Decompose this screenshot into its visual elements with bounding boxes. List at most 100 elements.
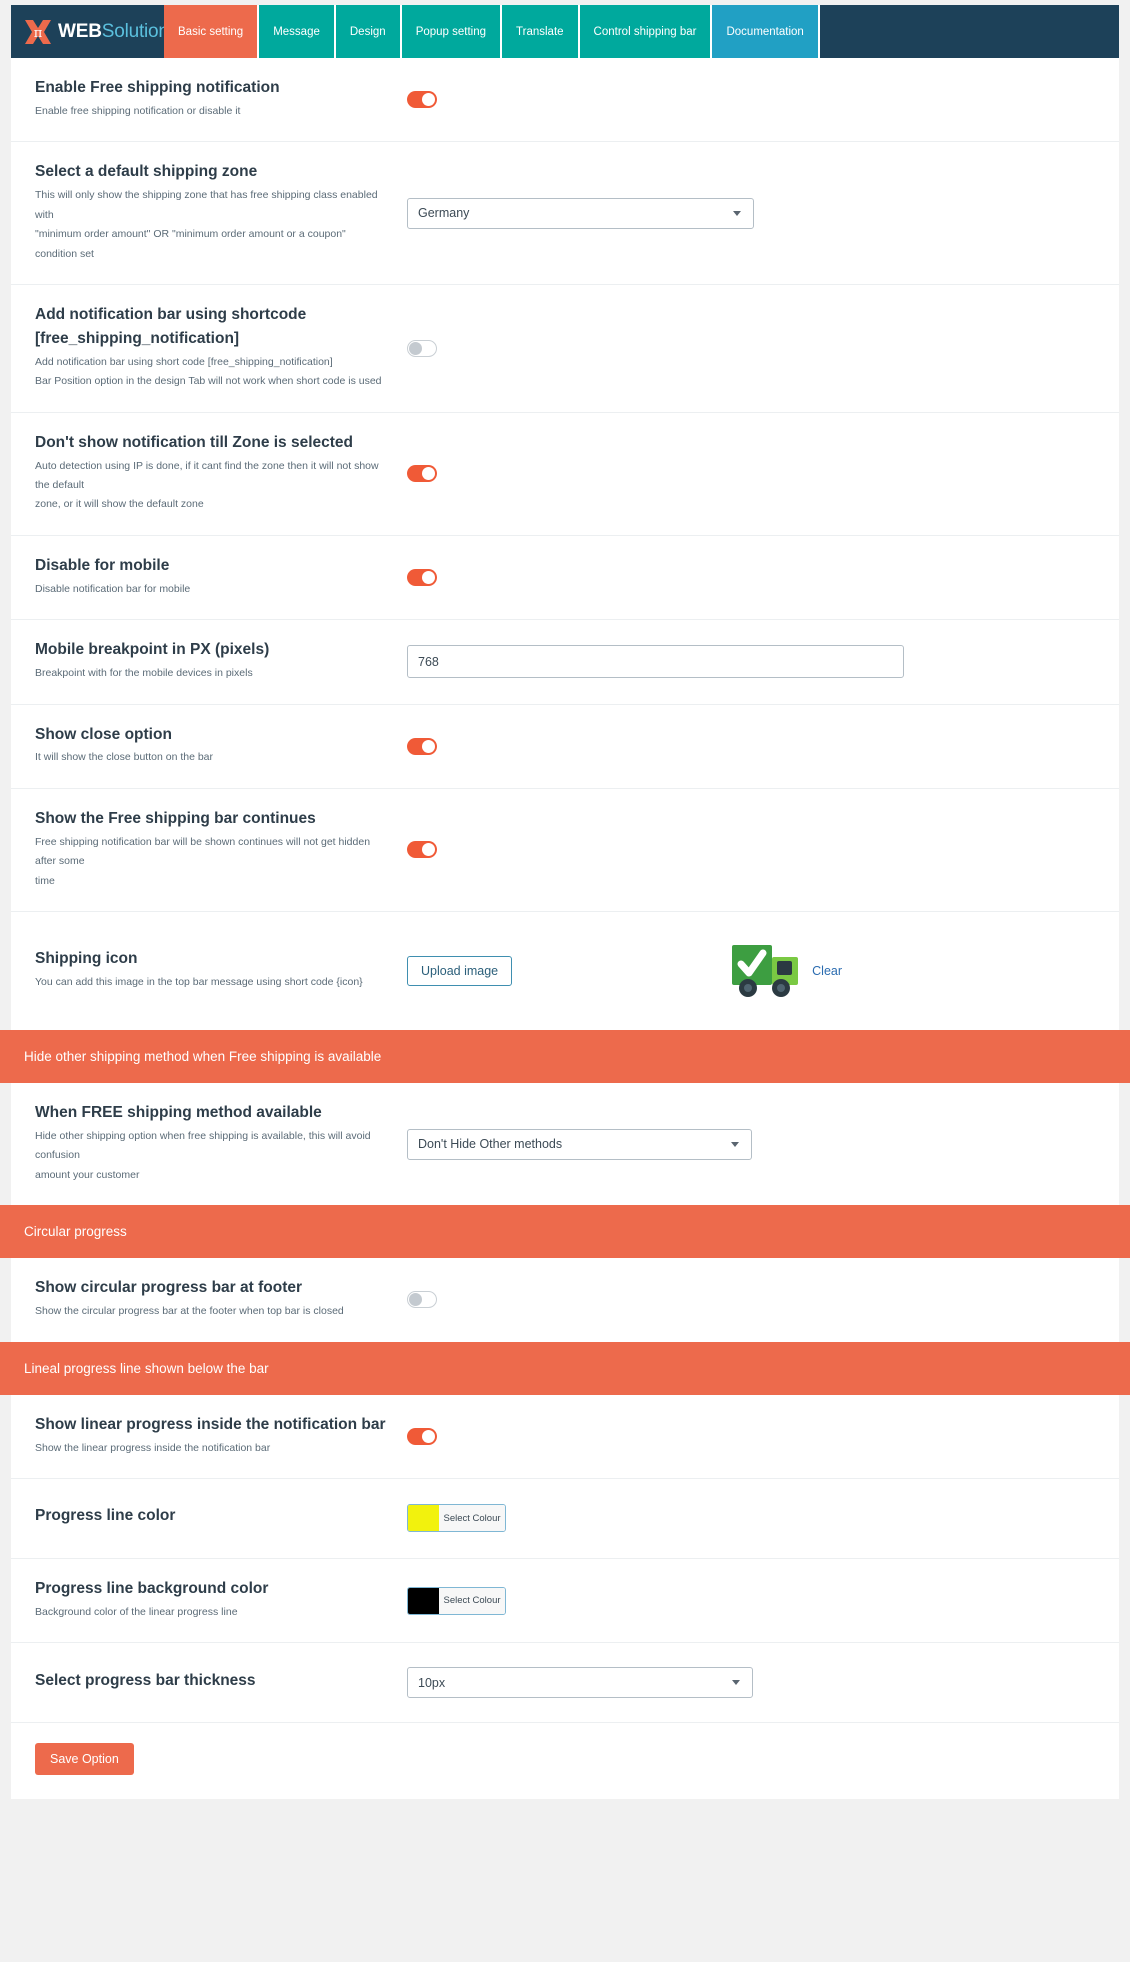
row-free-method-available: When FREE shipping method available Hide…: [11, 1083, 1119, 1205]
tab-basic-setting[interactable]: Basic setting: [164, 5, 260, 58]
row-bar-thickness-label: Select progress bar thickness: [35, 1671, 407, 1695]
section-header-lineal-progress: Lineal progress line shown below the bar: [0, 1341, 1130, 1395]
row-shortcode-label: Add notification bar using shortcode [fr…: [35, 305, 407, 392]
select-progress-bar-thickness[interactable]: 10px: [407, 1667, 753, 1699]
row-disable-mobile-label: Disable for mobile Disable notification …: [35, 556, 407, 599]
color-picker-progress-line[interactable]: Select Colour: [407, 1504, 506, 1533]
row-title: Select progress bar thickness: [35, 1671, 256, 1689]
row-title: Enable Free shipping notification: [35, 79, 280, 96]
toggle-bar-continues[interactable]: [407, 841, 437, 859]
row-description-line2: amount your customer: [35, 1168, 140, 1181]
row-zone-selected-control: [407, 465, 1095, 483]
row-title: Show the Free shipping bar continues: [35, 809, 316, 827]
panel-circular-progress: Show circular progress bar at footer Sho…: [11, 1258, 1119, 1342]
row-progress-line-color: Progress line color Select Colour: [11, 1479, 1119, 1559]
toggle-enable-notification[interactable]: [407, 91, 437, 109]
toggle-circular-progress-footer[interactable]: [407, 1291, 437, 1309]
row-title: When FREE shipping method available: [35, 1104, 322, 1122]
row-linear-inside-control: [407, 1427, 1095, 1445]
select-free-shipping-method-behaviour[interactable]: Don't Hide Other methods: [407, 1128, 752, 1160]
row-description-line2: zone, or it will show the default zone: [35, 498, 204, 511]
row-description-line1: This will only show the shipping zone th…: [35, 189, 378, 221]
toggle-linear-progress-inside[interactable]: [407, 1427, 437, 1445]
toggle-knob: [409, 1293, 422, 1307]
toggle-knob: [422, 739, 435, 753]
row-bar-thickness-control: 10px: [407, 1667, 1095, 1699]
svg-text:π: π: [34, 26, 43, 41]
toggle-knob: [422, 571, 435, 584]
row-default-zone-label: Select a default shipping zone This will…: [35, 162, 407, 264]
x-logo-icon: π: [23, 17, 53, 47]
row-title: Show close option: [35, 725, 172, 743]
tab-message[interactable]: Message: [259, 5, 336, 58]
tab-popup-setting[interactable]: Popup setting: [401, 5, 503, 58]
chevron-down-icon: [731, 1141, 739, 1147]
row-description: Show the circular progress bar at the fo…: [35, 1305, 344, 1318]
row-title-line2: [free_shipping_notification]: [35, 329, 240, 347]
row-description: Enable free shipping notification or dis…: [35, 104, 241, 117]
toggle-disable-mobile[interactable]: [407, 569, 437, 586]
row-disable-mobile: Disable for mobile Disable notification …: [11, 536, 1119, 621]
row-bar-continues-control: [407, 841, 1095, 859]
tab-design[interactable]: Design: [335, 5, 402, 58]
row-description-line1: Add notification bar using short code [f…: [35, 355, 333, 368]
row-shipping-icon: Shipping icon You can add this image in …: [11, 912, 1119, 1030]
tab-documentation[interactable]: Documentation: [712, 5, 820, 58]
toggle-knob: [422, 467, 435, 481]
row-save: Save Option: [11, 1723, 1119, 1799]
row-description: Disable notification bar for mobile: [35, 582, 191, 595]
row-progress-line-color-control: Select Colour: [407, 1504, 1095, 1533]
row-close-option-label: Show close option It will show the close…: [35, 725, 407, 768]
row-circular-footer-control: [407, 1291, 1095, 1309]
row-free-method-label: When FREE shipping method available Hide…: [35, 1103, 407, 1185]
row-enable-notification: Enable Free shipping notification Enable…: [11, 58, 1119, 143]
row-shortcode-control: [407, 339, 1095, 357]
delivery-truck-check-icon: [730, 937, 804, 1006]
color-swatch: [408, 1505, 439, 1532]
upload-image-button[interactable]: Upload image: [407, 956, 513, 987]
row-shipping-icon-label: Shipping icon You can add this image in …: [35, 949, 407, 992]
row-shortcode: Add notification bar using shortcode [fr…: [11, 285, 1119, 413]
chevron-down-icon: [732, 1680, 740, 1686]
select-value: Germany: [418, 206, 470, 221]
color-picker-progress-line-background[interactable]: Select Colour: [407, 1586, 506, 1615]
toggle-shortcode[interactable]: [407, 339, 437, 357]
panel-lineal-progress: Show linear progress inside the notifica…: [11, 1394, 1119, 1800]
select-default-shipping-zone[interactable]: Germany: [407, 197, 754, 229]
row-title: Mobile breakpoint in PX (pixels): [35, 641, 270, 659]
row-zone-selected-label: Don't show notification till Zone is sel…: [35, 433, 407, 515]
row-description: Background color of the linear progress …: [35, 1605, 238, 1618]
row-disable-mobile-control: [407, 569, 1095, 586]
row-close-option-control: [407, 737, 1095, 755]
toggle-knob: [422, 93, 435, 107]
row-linear-inside: Show linear progress inside the notifica…: [11, 1395, 1119, 1479]
save-option-button[interactable]: Save Option: [35, 1743, 134, 1776]
row-title: Disable for mobile: [35, 556, 170, 574]
toggle-zone-selected[interactable]: [407, 465, 437, 483]
input-mobile-breakpoint[interactable]: 768: [407, 645, 904, 679]
row-description: You can add this image in the top bar me…: [35, 976, 363, 989]
clear-image-link[interactable]: Clear: [812, 964, 842, 978]
row-mobile-breakpoint-label: Mobile breakpoint in PX (pixels) Breakpo…: [35, 640, 407, 683]
tab-control-shipping-bar[interactable]: Control shipping bar: [579, 5, 713, 58]
panel-hide-other: When FREE shipping method available Hide…: [11, 1083, 1119, 1206]
row-enable-notification-control: [407, 91, 1095, 109]
row-title: Show linear progress inside the notifica…: [35, 1415, 386, 1433]
row-default-zone-control: Germany: [407, 197, 1095, 229]
brand-logo-area: π WEBSolution: [11, 5, 169, 58]
brand-name-bold: WEB: [58, 20, 102, 42]
row-title: Select a default shipping zone: [35, 163, 258, 181]
row-description-line2: Bar Position option in the design Tab wi…: [35, 375, 382, 388]
row-mobile-breakpoint: Mobile breakpoint in PX (pixels) Breakpo…: [11, 620, 1119, 705]
chevron-down-icon: [733, 210, 741, 216]
row-linear-inside-label: Show linear progress inside the notifica…: [35, 1415, 407, 1458]
top-navigation-bar: π WEBSolution Basic setting Message Desi…: [11, 5, 1119, 58]
row-description-line1: Auto detection using IP is done, if it c…: [35, 459, 379, 491]
row-free-method-control: Don't Hide Other methods: [407, 1128, 1095, 1160]
tab-translate[interactable]: Translate: [502, 5, 580, 58]
row-circular-footer: Show circular progress bar at footer Sho…: [11, 1258, 1119, 1341]
toggle-close-option[interactable]: [407, 737, 437, 755]
select-colour-label: Select Colour: [439, 1505, 505, 1532]
row-enable-notification-label: Enable Free shipping notification Enable…: [35, 78, 407, 121]
row-close-option: Show close option It will show the close…: [11, 705, 1119, 789]
